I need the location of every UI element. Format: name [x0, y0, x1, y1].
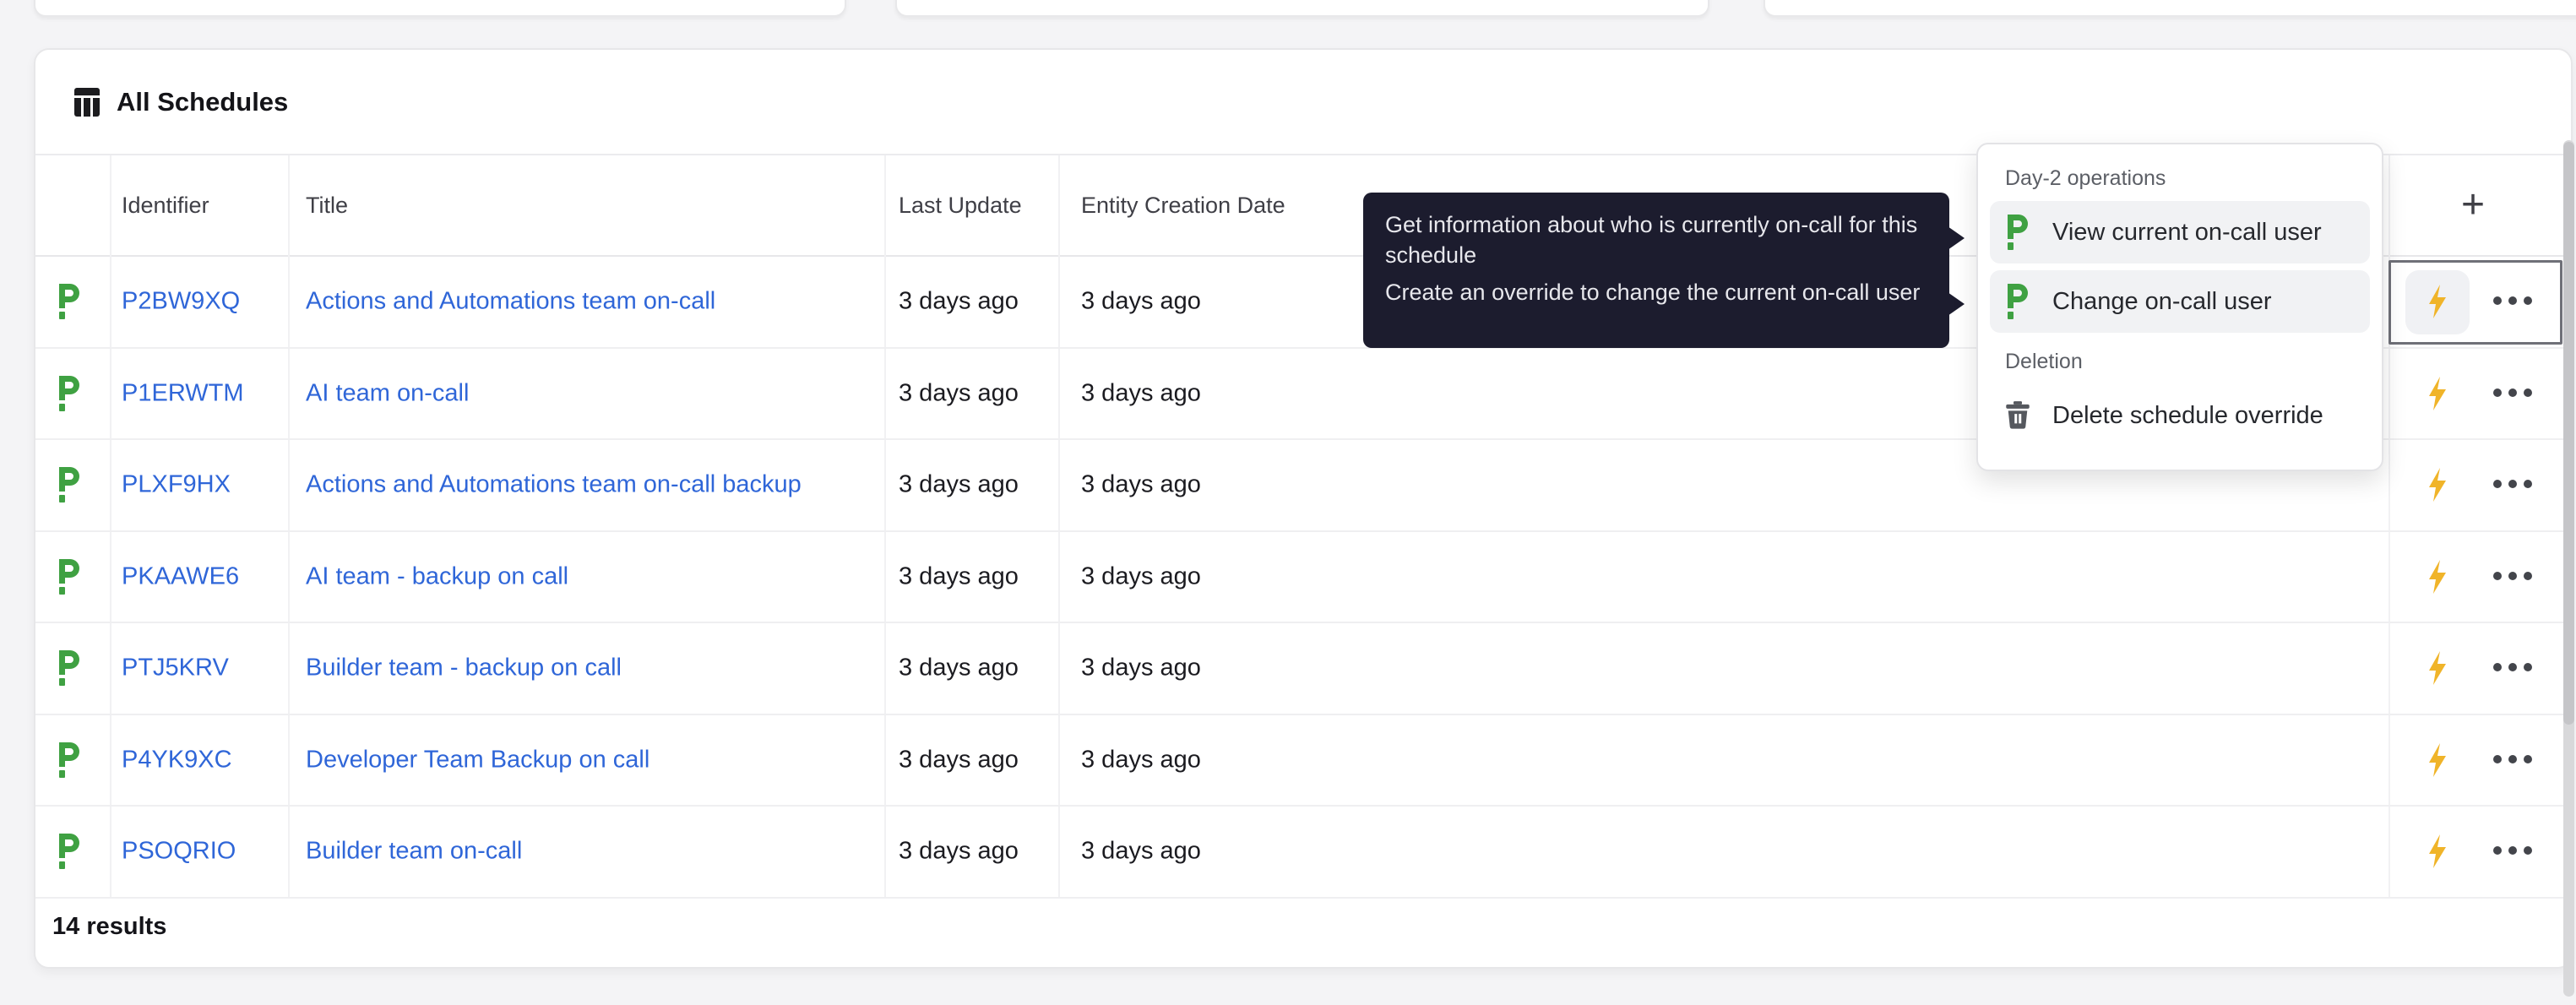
menu-item-view-current-oncall[interactable]: View current on-call user — [1990, 201, 2370, 263]
lightning-icon[interactable] — [2427, 834, 2448, 869]
add-schedule-button[interactable]: + — [2446, 178, 2500, 232]
schedules-page: { "header": { "title": "All Schedules" }… — [0, 0, 2576, 1005]
scrollbar-thumb[interactable] — [2563, 142, 2574, 725]
pagerduty-icon — [59, 467, 79, 503]
table-row: PTJ5KRV Builder team - backup on call 3 … — [35, 623, 2571, 715]
menu-item-label: View current on-call user — [2052, 218, 2322, 246]
title-link[interactable]: AI team on-call — [306, 379, 469, 407]
title-link[interactable]: Actions and Automations team on-call bac… — [306, 471, 802, 499]
menu-section-label: Deletion — [2005, 350, 2083, 373]
card-header: All Schedules — [35, 50, 2571, 154]
column-header-entity-creation-date: Entity Creation Date — [1081, 193, 1285, 218]
title-link[interactable]: Builder team - backup on call — [306, 655, 622, 682]
pagerduty-icon — [59, 650, 79, 687]
lightning-icon[interactable] — [2427, 285, 2448, 319]
row-actions-menu-button[interactable] — [2490, 844, 2535, 859]
last-update-cell: 3 days ago — [899, 562, 1019, 590]
row-actions-menu-button[interactable] — [2490, 660, 2535, 676]
row-actions-dropdown: Day-2 operations View current on-call us… — [1976, 143, 2383, 471]
tooltip-line-1: Get information about who is currently o… — [1385, 212, 1918, 268]
tooltip-line-2: Create an override to change the current… — [1385, 280, 1921, 305]
pagerduty-icon — [59, 742, 79, 778]
pagerduty-icon — [59, 558, 79, 595]
tooltip-arrow — [1948, 226, 1965, 250]
pagerduty-icon — [59, 284, 79, 320]
lightning-icon[interactable] — [2427, 376, 2448, 410]
menu-item-change-oncall[interactable]: Change on-call user — [1990, 270, 2370, 333]
identifier-link[interactable]: PTJ5KRV — [122, 655, 229, 682]
creation-date-cell: 3 days ago — [1081, 287, 1201, 315]
row-actions-menu-button[interactable] — [2490, 752, 2535, 768]
creation-date-cell: 3 days ago — [1081, 470, 1201, 498]
last-update-cell: 3 days ago — [899, 379, 1019, 407]
menu-section-label: Day-2 operations — [2005, 166, 2166, 190]
top-card-left — [34, 0, 846, 17]
results-count: 14 results — [52, 913, 167, 940]
page-title: All Schedules — [117, 86, 289, 117]
creation-date-cell: 3 days ago — [1081, 379, 1201, 407]
row-actions-menu-button[interactable] — [2490, 569, 2535, 584]
oncall-tooltip: Get information about who is currently o… — [1363, 193, 1949, 348]
title-link[interactable]: AI team - backup on call — [306, 562, 568, 590]
top-card-middle — [895, 0, 1709, 17]
column-header-identifier: Identifier — [122, 193, 209, 218]
last-update-cell: 3 days ago — [899, 287, 1019, 315]
identifier-link[interactable]: P4YK9XC — [122, 746, 232, 774]
title-link[interactable]: Developer Team Backup on call — [306, 746, 649, 774]
row-actions-menu-button[interactable] — [2490, 477, 2535, 492]
trash-icon — [2006, 401, 2030, 429]
creation-date-cell: 3 days ago — [1081, 746, 1201, 774]
pagerduty-icon — [2008, 215, 2028, 250]
lightning-icon[interactable] — [2427, 559, 2448, 594]
table-row: PSOQRIO Builder team on-call 3 days ago … — [35, 807, 2571, 899]
creation-date-cell: 3 days ago — [1081, 837, 1201, 865]
table-columns-icon — [74, 87, 100, 117]
identifier-link[interactable]: PLXF9HX — [122, 471, 231, 499]
last-update-cell: 3 days ago — [899, 654, 1019, 682]
creation-date-cell: 3 days ago — [1081, 654, 1201, 682]
table-row: PKAAWE6 AI team - backup on call 3 days … — [35, 532, 2571, 623]
row-actions-menu-button[interactable] — [2490, 386, 2535, 401]
top-card-right — [1764, 0, 2576, 17]
identifier-link[interactable]: PSOQRIO — [122, 838, 236, 866]
last-update-cell: 3 days ago — [899, 470, 1019, 498]
column-header-last-update: Last Update — [899, 193, 1022, 218]
identifier-link[interactable]: PKAAWE6 — [122, 562, 239, 590]
column-header-title: Title — [306, 193, 349, 218]
last-update-cell: 3 days ago — [899, 837, 1019, 865]
last-update-cell: 3 days ago — [899, 746, 1019, 774]
row-actions-menu-button[interactable] — [2490, 294, 2535, 309]
pagerduty-icon — [59, 834, 79, 870]
table-row: P4YK9XC Developer Team Backup on call 3 … — [35, 715, 2571, 807]
menu-item-label: Change on-call user — [2052, 287, 2272, 315]
menu-item-delete-schedule-override[interactable]: Delete schedule override — [1990, 384, 2370, 447]
identifier-link[interactable]: P1ERWTM — [122, 379, 243, 407]
menu-item-label: Delete schedule override — [2052, 401, 2323, 429]
pagerduty-icon — [59, 375, 79, 411]
title-link[interactable]: Actions and Automations team on-call — [306, 288, 715, 316]
tooltip-arrow — [1948, 292, 1965, 316]
lightning-icon[interactable] — [2427, 742, 2448, 777]
pagerduty-icon — [2008, 284, 2028, 319]
creation-date-cell: 3 days ago — [1081, 562, 1201, 590]
lightning-icon[interactable] — [2427, 468, 2448, 502]
identifier-link[interactable]: P2BW9XQ — [122, 288, 240, 316]
lightning-icon[interactable] — [2427, 651, 2448, 686]
title-link[interactable]: Builder team on-call — [306, 838, 522, 866]
